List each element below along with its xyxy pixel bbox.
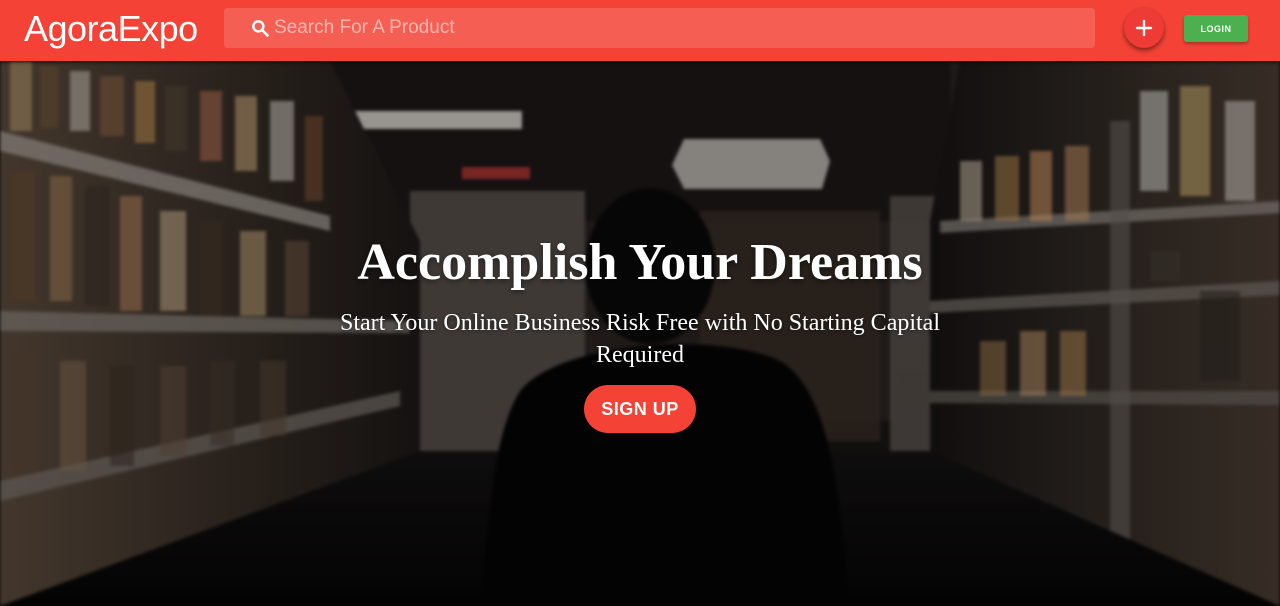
app-bar: AgoraExpo LOGIN	[0, 0, 1280, 61]
hero-section: Accomplish Your Dreams Start Your Online…	[0, 61, 1280, 606]
hero-subtitle: Start Your Online Business Risk Free wit…	[340, 310, 940, 368]
search-input[interactable]	[274, 8, 1095, 48]
brand-logo[interactable]: AgoraExpo	[24, 8, 198, 50]
add-product-button[interactable]	[1124, 8, 1164, 48]
search-icon	[224, 8, 274, 48]
sign-up-button[interactable]: SIGN UP	[584, 385, 696, 433]
hero-title: Accomplish Your Dreams	[357, 234, 923, 291]
login-button[interactable]: LOGIN	[1184, 15, 1248, 42]
search-bar[interactable]	[224, 8, 1095, 48]
plus-icon	[1135, 19, 1153, 37]
